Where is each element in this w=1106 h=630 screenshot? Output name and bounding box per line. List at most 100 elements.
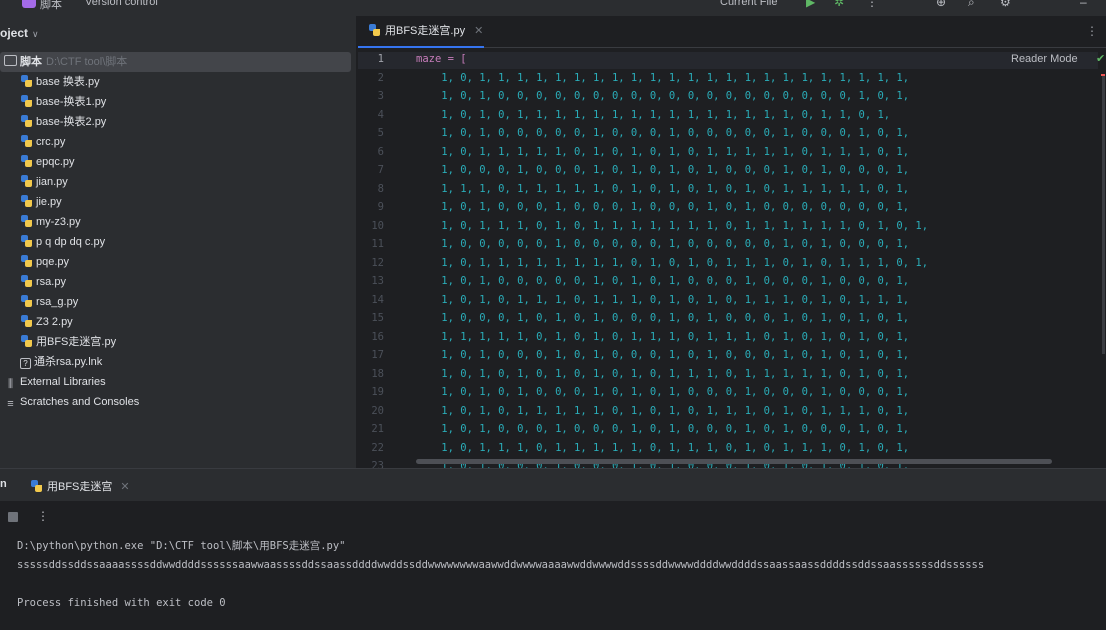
line-number: 7 — [377, 164, 384, 176]
line-number: 1 — [377, 53, 384, 65]
code-area[interactable]: 1 maze = [2 1, 0, 1, 1, 1, 1, 1, 1, 1, 1,… — [358, 52, 1098, 468]
add-user-icon[interactable]: ⊕ — [936, 0, 946, 9]
search-icon[interactable]: ⌕ — [968, 0, 975, 10]
tree-item[interactable]: ⫼ External Libraries — [0, 372, 356, 392]
project-panel-header[interactable]: oject ∨ — [0, 24, 39, 42]
more-actions-icon[interactable]: ⋮ — [866, 0, 878, 9]
top-toolbar: 脚本 Version control Current File ▶ ✲ ⋮ ⊕ … — [0, 0, 1106, 16]
python-file-icon — [20, 275, 33, 287]
tree-item[interactable]: jie.py — [0, 192, 356, 212]
code-text: 1, 1, 1, 0, 1, 1, 1, 1, 1, 0, 1, 0, 1, 0… — [416, 182, 910, 195]
run-panel: n 用BFS走迷宫 ✕ ⋮ D:\python\python.exe "D:\CT… — [0, 468, 1106, 630]
tree-item[interactable]: epqc.py — [0, 152, 356, 172]
python-file-icon — [20, 215, 33, 227]
project-name[interactable]: 脚本 — [40, 0, 62, 12]
minimize-icon[interactable]: – — [1080, 0, 1087, 9]
line-number: 10 — [371, 219, 384, 232]
python-file-icon — [20, 135, 33, 147]
tree-item[interactable]: jian.py — [0, 172, 356, 192]
project-panel-title: oject — [0, 26, 29, 40]
tree-item[interactable]: base-换表1.py — [0, 92, 356, 112]
tree-item[interactable]: rsa_g.py — [0, 292, 356, 312]
python-file-icon — [20, 315, 33, 327]
code-text: 1, 0, 0, 0, 0, 0, 1, 0, 0, 0, 0, 0, 1, 0… — [416, 238, 910, 250]
run-panel-header: n 用BFS走迷宫 ✕ — [0, 469, 1106, 501]
run-config-selector[interactable]: Current File — [720, 0, 777, 8]
code-text: 1, 0, 1, 0, 0, 0, 1, 0, 0, 0, 1, 0, 0, 0… — [416, 201, 910, 213]
python-file-icon — [368, 24, 381, 36]
code-text: 1, 1, 1, 1, 1, 0, 1, 0, 1, 0, 1, 1, 1, 0… — [416, 330, 910, 343]
console-line: sssssddssddssaaaassssddwwddddssssssaawwa… — [17, 559, 985, 571]
tree-item-label: crc.py — [36, 136, 66, 148]
tree-item[interactable]: crc.py — [0, 132, 356, 152]
python-file-icon — [20, 175, 33, 187]
tree-item-label: 脚本 — [20, 56, 42, 68]
code-text: 1, 0, 1, 0, 0, 0, 0, 0, 0, 0, 0, 0, 0, 0… — [416, 90, 910, 102]
tree-item[interactable]: pqe.py — [0, 252, 356, 272]
code-text: 1, 0, 1, 0, 1, 1, 1, 1, 1, 0, 1, 0, 1, 0… — [416, 404, 910, 417]
stop-icon[interactable] — [8, 512, 18, 522]
tree-item-label: p q dp dq c.py — [36, 236, 106, 248]
inspection-ok-icon[interactable]: ✔ — [1096, 52, 1105, 65]
tree-item-label: Z3 2.py — [36, 316, 73, 328]
tree-item[interactable]: 用BFS走迷宫.py — [0, 332, 356, 352]
tree-item-label: 通杀rsa.py.lnk — [34, 356, 103, 368]
tree-item[interactable]: base-换表2.py — [0, 112, 356, 132]
tree-item-label: base-换表1.py — [36, 96, 107, 108]
vertical-scrollbar[interactable] — [1102, 74, 1105, 354]
editor: 用BFS走迷宫.py ✕ ⋮ 1 maze = [2 1, 0, 1, 1, 1, … — [358, 16, 1106, 468]
code-text: 1, 0, 1, 0, 0, 0, 1, 0, 1, 0, 0, 0, 1, 0… — [416, 349, 910, 361]
console-output[interactable]: D:\python\python.exe "D:\CTF tool\脚本\用BF… — [17, 537, 984, 613]
line-number: 20 — [371, 404, 384, 417]
reader-mode-button[interactable]: Reader Mode — [1011, 53, 1078, 65]
code-text: 1, 0, 1, 1, 1, 0, 1, 0, 1, 1, 1, 1, 1, 1… — [416, 219, 929, 232]
line-number: 18 — [371, 367, 384, 380]
close-icon[interactable]: ✕ — [120, 481, 129, 493]
code-text: 1, 0, 1, 1, 1, 1, 1, 0, 1, 0, 1, 0, 1, 0… — [416, 145, 910, 158]
python-file-icon — [20, 75, 33, 87]
tree-item[interactable]: base 换表.py — [0, 72, 356, 92]
project-badge-icon[interactable] — [22, 0, 36, 8]
code-line[interactable]: 1 maze = [ — [358, 52, 1098, 69]
python-file-icon — [20, 255, 33, 267]
line-number: 22 — [371, 441, 384, 454]
code-text: 1, 0, 1, 1, 1, 0, 1, 1, 1, 1, 1, 0, 1, 1… — [416, 441, 910, 454]
run-tab[interactable]: 用BFS走迷宫 ✕ — [30, 478, 130, 494]
more-options-icon[interactable]: ⋮ — [37, 509, 49, 523]
code-text: 1, 0, 0, 0, 1, 0, 0, 0, 1, 0, 1, 0, 1, 0… — [416, 164, 910, 176]
tree-item[interactable]: ≡ Scratches and Consoles — [0, 392, 356, 412]
error-stripe-mark[interactable] — [1101, 74, 1105, 76]
tree-item[interactable]: my-z3.py — [0, 212, 356, 232]
close-icon[interactable]: ✕ — [474, 25, 483, 37]
tree-item-label: pqe.py — [36, 256, 70, 268]
tree-item[interactable]: rsa.py — [0, 272, 356, 292]
project-tree: 脚本 D:\CTF tool\脚本 base 换表.py base-换表1.py bas… — [0, 52, 356, 412]
tree-item-label: epqc.py — [36, 156, 75, 168]
tree-item-label: jie.py — [36, 196, 62, 208]
line-number: 23 — [371, 460, 384, 468]
tree-item[interactable]: ? 通杀rsa.py.lnk — [0, 352, 356, 372]
tab-options-icon[interactable]: ⋮ — [1086, 24, 1098, 38]
debug-icon[interactable]: ✲ — [834, 0, 844, 9]
code-text: 1, 0, 1, 0, 1, 1, 1, 0, 1, 1, 1, 0, 1, 0… — [416, 293, 910, 306]
tree-item[interactable]: p q dp dq c.py — [0, 232, 356, 252]
python-file-icon — [20, 295, 33, 307]
run-icon[interactable]: ▶ — [806, 0, 815, 9]
line-number: 12 — [371, 256, 384, 269]
code-text: 1, 0, 0, 0, 1, 0, 1, 0, 1, 0, 0, 0, 1, 0… — [416, 312, 910, 324]
code-text: 1, 0, 1, 0, 0, 0, 0, 0, 1, 0, 1, 0, 1, 0… — [416, 275, 910, 287]
run-toolbar — [0, 501, 1106, 531]
python-file-icon — [30, 480, 43, 492]
console-line: D:\python\python.exe "D:\CTF tool\脚本\用BF… — [17, 540, 346, 552]
tree-item[interactable]: 脚本 D:\CTF tool\脚本 — [0, 52, 351, 72]
chevron-down-icon[interactable]: ∨ — [32, 29, 39, 39]
settings-icon[interactable]: ⚙ — [1000, 0, 1011, 9]
vcs-menu[interactable]: Version control — [85, 0, 158, 8]
tree-item[interactable]: Z3 2.py — [0, 312, 356, 332]
editor-tab-bar: 用BFS走迷宫.py ✕ ⋮ — [358, 16, 1106, 48]
horizontal-scrollbar[interactable] — [416, 459, 1052, 464]
python-file-icon — [20, 195, 33, 207]
editor-tab-active[interactable]: 用BFS走迷宫.py ✕ — [358, 16, 484, 48]
tree-item-label: my-z3.py — [36, 216, 81, 228]
